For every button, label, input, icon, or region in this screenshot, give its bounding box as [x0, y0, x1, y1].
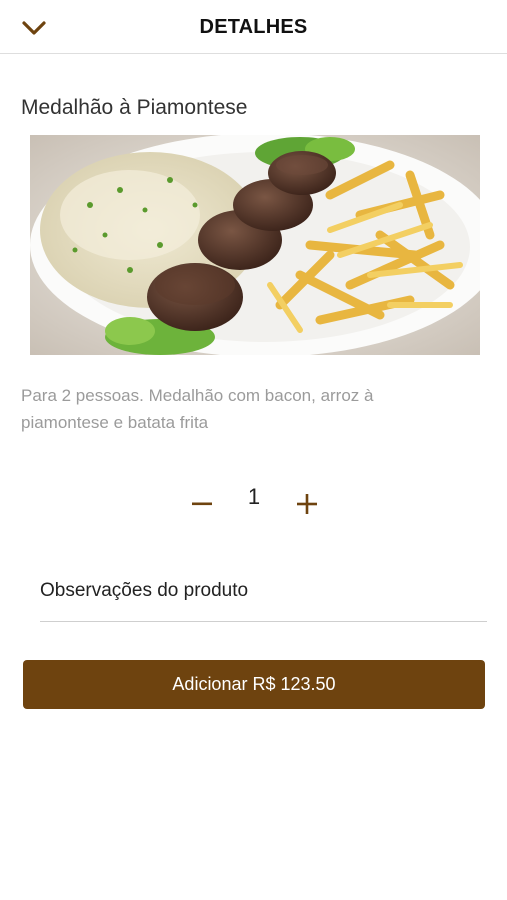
minus-icon	[192, 502, 212, 506]
add-to-cart-button[interactable]: Adicionar R$ 123.50	[23, 660, 485, 709]
observations-input[interactable]: Observações do produto	[40, 570, 487, 622]
increase-quantity-button[interactable]	[292, 489, 322, 519]
product-name: Medalhão à Piamontese	[21, 96, 248, 119]
top-bar: DETALHES	[0, 0, 507, 54]
decrease-quantity-button[interactable]	[187, 489, 217, 519]
product-image	[30, 135, 480, 355]
page-title: DETALHES	[199, 16, 308, 38]
product-description: Para 2 pessoas. Medalhão com bacon, arro…	[21, 386, 374, 432]
plus-icon	[297, 494, 317, 514]
add-button-label: Adicionar	[172, 674, 248, 694]
add-button-price: R$ 123.50	[252, 674, 336, 694]
observations-placeholder: Observações do produto	[40, 580, 249, 601]
product-details-screen: DETALHES Medalhão à Piamontese Para 2 pe…	[0, 0, 507, 900]
quantity-value: 1	[247, 484, 261, 509]
